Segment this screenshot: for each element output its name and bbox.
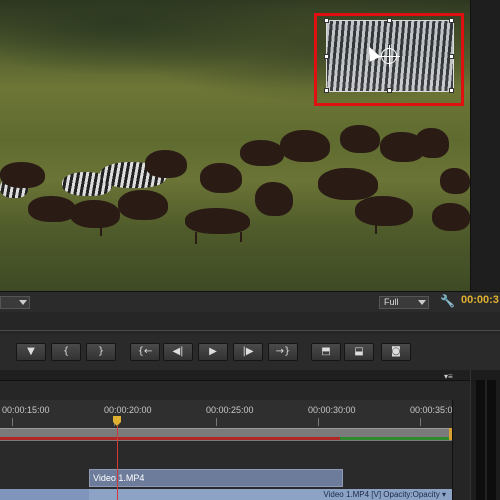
ruler-tick <box>216 418 217 426</box>
zoom-dropdown[interactable]: Full <box>379 296 429 309</box>
playhead-line <box>117 426 118 500</box>
extract-button[interactable]: ⬓ <box>344 343 374 361</box>
timeline-clip-lower-left[interactable] <box>0 489 89 500</box>
mark-in-button[interactable]: { <box>51 343 81 361</box>
export-frame-button[interactable]: ◙ <box>381 343 411 361</box>
wildebeest <box>185 208 250 234</box>
zoom-value: Full <box>384 297 399 307</box>
ruler-label: 00:00:20:00 <box>104 405 152 415</box>
wildebeest <box>355 196 413 226</box>
wrench-icon[interactable]: 🔧 <box>440 294 455 308</box>
wildebeest <box>240 140 284 166</box>
wildebeest <box>28 196 76 222</box>
ruler-tick <box>12 418 13 426</box>
play-button[interactable]: ▶ <box>198 343 228 361</box>
wildebeest <box>432 203 470 231</box>
monitor-scrub-bar[interactable] <box>0 312 500 335</box>
chevron-down-icon <box>418 300 426 305</box>
wildebeest <box>200 163 242 193</box>
wildebeest <box>415 128 449 158</box>
add-marker-button[interactable]: ▼ <box>16 343 46 361</box>
wildebeest <box>70 200 120 228</box>
wildebeest <box>280 130 330 162</box>
leg <box>100 226 102 236</box>
wildebeest <box>440 168 470 194</box>
wildebeest <box>0 162 45 188</box>
step-forward-button[interactable]: |▶ <box>233 343 263 361</box>
clip-opacity-label[interactable]: Video 1.MP4 [V] Opacity:Opacity ▾ <box>323 489 446 500</box>
ruler-tick <box>420 418 421 426</box>
monitor-control-bar: Full <box>0 291 500 312</box>
ruler-label: 00:00:30:00 <box>308 405 356 415</box>
leg <box>240 232 242 242</box>
monitor-left-dropdown[interactable] <box>0 296 30 309</box>
leg <box>375 224 377 234</box>
highlight-box <box>314 13 464 106</box>
program-timecode[interactable]: 00:00:3 <box>461 294 499 306</box>
step-back-button[interactable]: ◀| <box>163 343 193 361</box>
lift-button[interactable]: ⬒ <box>311 343 341 361</box>
wildebeest <box>340 125 380 153</box>
panel-menu-icon[interactable]: ▾≡ <box>444 372 453 381</box>
chevron-down-icon <box>19 300 27 305</box>
ruler-tick <box>318 418 319 426</box>
timeline-header <box>0 370 470 381</box>
go-to-in-button[interactable]: {← <box>130 343 160 361</box>
ruler-label: 00:00:15:00 <box>2 405 50 415</box>
wildebeest <box>145 150 187 178</box>
render-bar-green <box>340 437 452 440</box>
monitor-right-edge <box>470 0 500 291</box>
timeline-clip[interactable]: Video 1.MP4 <box>89 469 343 487</box>
render-bar-red <box>0 437 340 440</box>
go-to-out-button[interactable]: →} <box>268 343 298 361</box>
ruler-label: 00:00:25:00 <box>206 405 254 415</box>
wildebeest <box>255 182 293 216</box>
scrub-divider <box>0 330 500 331</box>
mark-out-button[interactable]: } <box>86 343 116 361</box>
leg <box>195 232 197 244</box>
audio-meter-bars <box>476 380 496 500</box>
wildebeest <box>118 190 168 220</box>
ruler-label: 00:00:35:0 <box>410 405 453 415</box>
wildebeest <box>318 168 378 200</box>
timeline-scrollbar[interactable] <box>452 400 471 500</box>
clip-label: Video 1.MP4 <box>93 473 145 483</box>
